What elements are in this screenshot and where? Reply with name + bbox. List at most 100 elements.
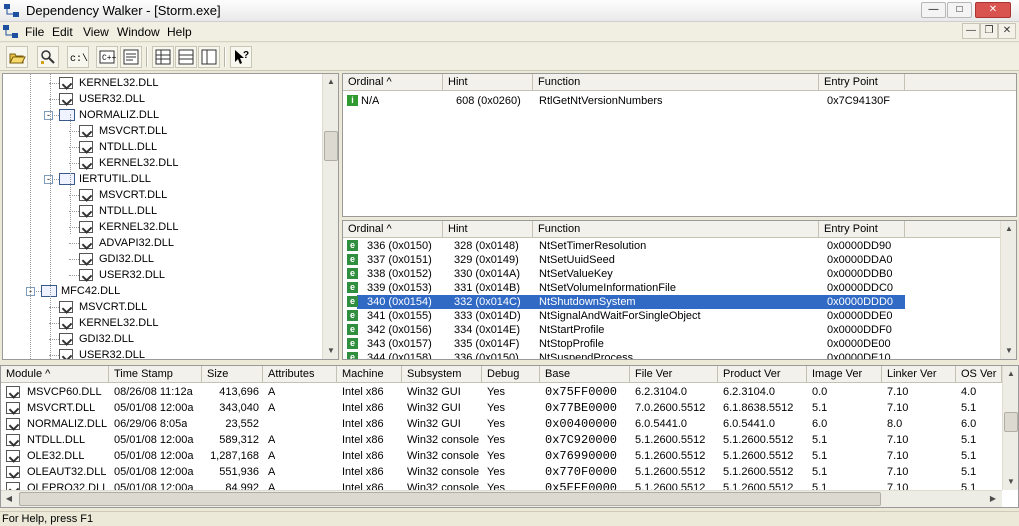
header-function[interactable]: Function	[533, 221, 819, 238]
module-size: 1,287,168	[210, 450, 259, 462]
scroll-up-icon[interactable]: ▲	[1003, 366, 1018, 382]
scroll-thumb[interactable]	[324, 131, 338, 161]
export-row[interactable]: e 344 (0x0158) 336 (0x0150) NtSuspendProces…	[343, 351, 1000, 359]
scroll-down-icon[interactable]: ▼	[1001, 343, 1016, 359]
module-file-ver: 6.2.3104.0	[635, 386, 687, 398]
export-row[interactable]: e 339 (0x0153) 331 (0x014B) NtSetVolumeInfo…	[343, 281, 1000, 295]
menu-window[interactable]: Window	[117, 25, 160, 39]
module-row[interactable]: NORMALIZ.DLL 06/29/06 8:05a 23,552 Intel x8…	[1, 416, 1002, 432]
header-entry-point[interactable]: Entry Point	[819, 74, 905, 91]
exports-vertical-scrollbar[interactable]: ▲ ▼	[1000, 221, 1016, 359]
scroll-thumb[interactable]	[1004, 412, 1018, 432]
scroll-down-icon[interactable]: ▼	[323, 343, 338, 359]
menu-view[interactable]: View	[83, 25, 109, 39]
export-row[interactable]: e 343 (0x0157) 335 (0x014F) NtStopProfile 0x…	[343, 337, 1000, 351]
import-row[interactable]: i N/A 608 (0x0260) RtlGetNtVersionNumber…	[343, 93, 1003, 109]
module-machine: Intel x86	[342, 434, 384, 446]
module-time-stamp: 05/01/08 12:00a	[114, 434, 194, 446]
title-bar[interactable]: Dependency Walker - [Storm.exe] — □ ✕	[0, 0, 1019, 22]
export-row[interactable]: e 340 (0x0154) 332 (0x014C) NtShutdownSyste…	[343, 295, 1000, 309]
header-ordinal[interactable]: Ordinal ^	[343, 74, 443, 91]
header-entry-point[interactable]: Entry Point	[819, 221, 905, 238]
sys-info-icon[interactable]	[198, 46, 220, 68]
header-image-ver[interactable]: Image Ver	[807, 366, 882, 383]
app-icon	[4, 4, 20, 18]
module-time-stamp: 06/29/06 8:05a	[114, 418, 188, 430]
export-row[interactable]: e 342 (0x0156) 334 (0x014E) NtStartProfile 0…	[343, 323, 1000, 337]
export-row[interactable]: e 341 (0x0155) 333 (0x014D) NtSignalAndWait…	[343, 309, 1000, 323]
menu-file[interactable]: File	[25, 25, 44, 39]
modules-horizontal-scrollbar[interactable]: ◀ ▶	[1, 490, 1002, 507]
header-linker-ver[interactable]: Linker Ver	[882, 366, 956, 383]
header-os-ver[interactable]: OS Ver	[956, 366, 1002, 383]
header-hint[interactable]: Hint	[443, 74, 533, 91]
module-size: 413,696	[219, 386, 259, 398]
collapse-toggle-icon[interactable]: -	[44, 175, 53, 184]
scroll-right-icon[interactable]: ▶	[985, 491, 1001, 507]
scroll-left-icon[interactable]: ◀	[1, 491, 17, 507]
module-icon	[6, 482, 20, 490]
scroll-up-icon[interactable]: ▲	[1001, 221, 1016, 237]
undecorate-icon[interactable]: C++	[96, 46, 118, 68]
exports-list: e 336 (0x0150) 328 (0x0148) NtSetTimerResol…	[343, 239, 1000, 359]
import-function-icon: i	[347, 95, 358, 106]
tree-node-label: KERNEL32.DLL	[99, 157, 179, 169]
expand-icon[interactable]	[152, 46, 174, 68]
module-row[interactable]: OLE32.DLL 05/01/08 12:00a 1,287,168 A Intel …	[1, 448, 1002, 464]
header-size[interactable]: Size	[202, 366, 263, 383]
minimize-icon[interactable]: —	[921, 2, 946, 18]
module-attributes: A	[268, 450, 276, 462]
header-debug[interactable]: Debug	[482, 366, 540, 383]
collapse-toggle-icon[interactable]: -	[44, 111, 53, 120]
module-row[interactable]: OLEAUT32.DLL 05/01/08 12:00a 551,936 A Intel…	[1, 464, 1002, 480]
collapse-icon[interactable]	[175, 46, 197, 68]
find-icon[interactable]	[37, 46, 59, 68]
module-tree-panel[interactable]: KERNEL32.DLL USER32.DLL - NORMALIZ.DLL MSVCR…	[2, 73, 339, 360]
mdi-close-icon[interactable]: ✕	[998, 23, 1016, 39]
module-icon	[6, 450, 20, 462]
help-icon[interactable]: ?	[230, 46, 252, 68]
module-subsystem: Win32 console	[407, 482, 480, 490]
export-function-icon: e	[347, 296, 358, 307]
scroll-thumb[interactable]	[19, 492, 881, 506]
header-product-ver[interactable]: Product Ver	[718, 366, 807, 383]
import-ordinal: N/A	[361, 95, 380, 107]
header-function[interactable]: Function	[533, 74, 819, 91]
module-row[interactable]: MSVCRT.DLL 05/01/08 12:00a 343,040 A Intel x…	[1, 400, 1002, 416]
header-subsystem[interactable]: Subsystem	[402, 366, 482, 383]
menu-help[interactable]: Help	[167, 25, 192, 39]
export-row[interactable]: e 336 (0x0150) 328 (0x0148) NtSetTimerResol…	[343, 239, 1000, 253]
open-icon[interactable]	[6, 46, 28, 68]
header-time-stamp[interactable]: Time Stamp	[109, 366, 202, 383]
export-row[interactable]: e 338 (0x0152) 330 (0x014A) NtSetValueKey 0x…	[343, 267, 1000, 281]
mdi-minimize-icon[interactable]: —	[962, 23, 980, 39]
document-icon[interactable]	[3, 25, 19, 39]
tree-guide-line	[70, 114, 71, 234]
close-icon[interactable]: ✕	[975, 2, 1011, 18]
export-row[interactable]: e 337 (0x0151) 329 (0x0149) NtSetUuidSeed 0x…	[343, 253, 1000, 267]
header-module[interactable]: Module ^	[1, 366, 109, 383]
module-row[interactable]: NTDLL.DLL 05/01/08 12:00a 589,312 A Intel x8…	[1, 432, 1002, 448]
header-file-ver[interactable]: File Ver	[630, 366, 718, 383]
header-machine[interactable]: Machine	[337, 366, 402, 383]
header-base[interactable]: Base	[540, 366, 630, 383]
menu-edit[interactable]: Edit	[52, 25, 73, 39]
mdi-restore-icon[interactable]: ❐	[980, 23, 998, 39]
export-ordinal: 341 (0x0155)	[367, 310, 432, 322]
header-hint[interactable]: Hint	[443, 221, 533, 238]
module-list-panel[interactable]: Module ^ Time Stamp Size Attributes Machine S…	[0, 365, 1019, 508]
tree-vertical-scrollbar[interactable]: ▲ ▼	[322, 74, 338, 359]
full-paths-icon[interactable]: c:\	[67, 46, 89, 68]
module-row[interactable]: MSVCP60.DLL 08/26/08 11:12a 413,696 A Intel …	[1, 384, 1002, 400]
properties-icon[interactable]	[120, 46, 142, 68]
header-ordinal[interactable]: Ordinal ^	[343, 221, 443, 238]
header-attributes[interactable]: Attributes	[263, 366, 337, 383]
maximize-icon[interactable]: □	[947, 2, 972, 18]
module-row[interactable]: OLEPRO32.DLL 05/01/08 12:00a 84,992 A Intel …	[1, 480, 1002, 490]
scroll-down-icon[interactable]: ▼	[1003, 474, 1018, 490]
module-base: 0x770F0000	[545, 465, 618, 479]
scroll-up-icon[interactable]: ▲	[323, 74, 338, 90]
exports-panel[interactable]: Ordinal ^ Hint Function Entry Point e 336…	[342, 220, 1017, 360]
parent-imports-panel[interactable]: Ordinal ^ Hint Function Entry Point i N/…	[342, 73, 1017, 217]
modules-vertical-scrollbar[interactable]: ▲ ▼	[1002, 366, 1018, 490]
